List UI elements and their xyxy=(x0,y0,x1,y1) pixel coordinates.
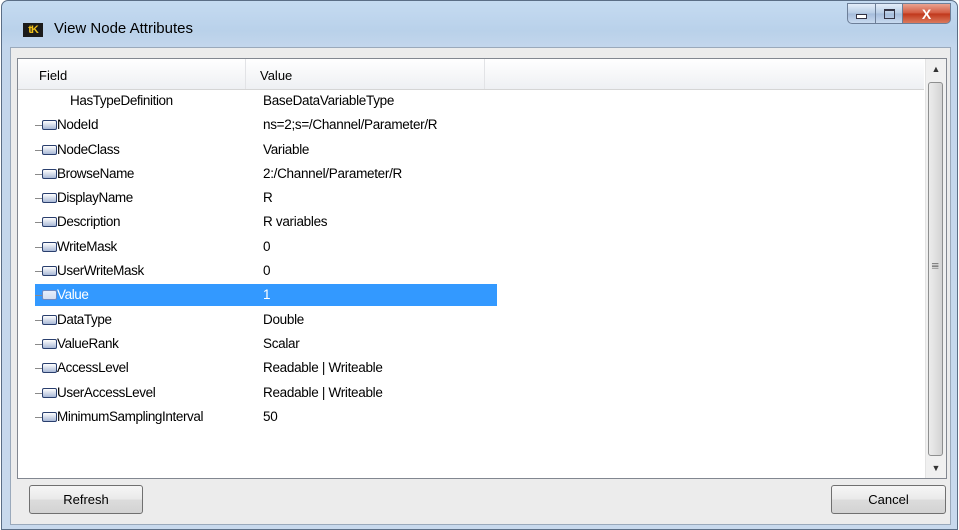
node-icon xyxy=(42,144,57,155)
field-value: R variables xyxy=(263,214,328,230)
column-header-field[interactable]: Field xyxy=(18,59,246,89)
caption-buttons: X xyxy=(847,3,951,27)
field-name: BrowseName xyxy=(57,165,135,181)
table-row[interactable]: DisplayName R xyxy=(18,187,924,211)
field-name: NodeId xyxy=(57,117,99,133)
list-header: Field Value xyxy=(18,59,924,90)
field-name: ValueRank xyxy=(57,335,119,351)
node-icon xyxy=(42,387,57,398)
scrollbar-thumb[interactable]: ═ ═ xyxy=(928,82,943,456)
field-name: Description xyxy=(57,214,121,230)
node-icon xyxy=(42,338,57,349)
node-icon xyxy=(42,266,57,277)
app-logo-icon: tK xyxy=(23,23,43,37)
table-row[interactable]: Description R variables xyxy=(18,211,924,235)
table-row[interactable]: Value 1 xyxy=(18,284,924,308)
field-value: 2:/Channel/Parameter/R xyxy=(263,165,402,181)
maximize-button[interactable] xyxy=(876,3,903,24)
field-value: Double xyxy=(263,311,304,327)
table-row[interactable]: WriteMask 0 xyxy=(18,236,924,260)
refresh-button[interactable]: Refresh xyxy=(29,485,143,514)
field-name: NodeClass xyxy=(57,141,120,157)
field-value: 0 xyxy=(263,263,271,279)
field-name: UserWriteMask xyxy=(57,263,144,279)
field-name: AccessLevel xyxy=(57,360,129,376)
field-value: 0 xyxy=(263,238,271,254)
column-header-value[interactable]: Value xyxy=(246,59,485,89)
node-icon xyxy=(42,193,57,204)
field-value: Readable | Writeable xyxy=(263,384,383,400)
scroll-down-icon[interactable]: ▼ xyxy=(926,458,946,478)
node-icon xyxy=(42,314,57,325)
field-value: ns=2;s=/Channel/Parameter/R xyxy=(263,117,438,133)
table-row[interactable]: MinimumSamplingInterval 50 xyxy=(18,406,924,430)
scroll-up-icon[interactable]: ▲ xyxy=(926,59,946,79)
field-value: BaseDataVariableType xyxy=(263,93,395,108)
table-row[interactable]: HasTypeDefinition BaseDataVariableType xyxy=(18,90,924,114)
node-icon xyxy=(42,120,57,131)
table-row[interactable]: BrowseName 2:/Channel/Parameter/R xyxy=(18,163,924,187)
field-name: WriteMask xyxy=(57,238,117,254)
field-name: Value xyxy=(57,287,89,303)
dialog-window: tK View Node Attributes X Field Value Ha… xyxy=(1,0,958,530)
minimize-button[interactable] xyxy=(847,3,876,24)
table-row[interactable]: ValueRank Scalar xyxy=(18,333,924,357)
table-row[interactable]: UserWriteMask 0 xyxy=(18,260,924,284)
close-icon: X xyxy=(921,5,932,22)
dialog-client-area: Field Value HasTypeDefinition BaseDataVar… xyxy=(10,47,951,525)
window-title: View Node Attributes xyxy=(54,20,193,37)
attributes-list[interactable]: Field Value HasTypeDefinition BaseDataVar… xyxy=(17,58,947,479)
field-name: HasTypeDefinition xyxy=(70,93,173,108)
field-value: R xyxy=(263,190,273,206)
list-rows: HasTypeDefinition BaseDataVariableType Nod… xyxy=(18,90,924,430)
table-row[interactable]: UserAccessLevel Readable | Writeable xyxy=(18,382,924,406)
maximize-icon xyxy=(883,8,895,19)
node-icon xyxy=(42,290,57,301)
node-icon xyxy=(42,217,57,228)
field-value: 50 xyxy=(263,408,278,424)
field-value: Variable xyxy=(263,141,310,157)
field-name: DataType xyxy=(57,311,112,327)
table-row[interactable]: AccessLevel Readable | Writeable xyxy=(18,357,924,381)
node-icon xyxy=(42,241,57,252)
field-name: MinimumSamplingInterval xyxy=(57,408,204,424)
field-name: UserAccessLevel xyxy=(57,384,156,400)
table-row[interactable]: NodeId ns=2;s=/Channel/Parameter/R xyxy=(18,114,924,138)
table-row[interactable]: DataType Double xyxy=(18,309,924,333)
node-icon xyxy=(42,411,57,422)
node-icon xyxy=(42,363,57,374)
field-value: Readable | Writeable xyxy=(263,360,383,376)
vertical-scrollbar[interactable]: ▲ ═ ═ ▼ xyxy=(925,59,946,478)
close-button[interactable]: X xyxy=(903,3,951,24)
field-value: 1 xyxy=(263,287,271,303)
field-value: Scalar xyxy=(263,335,300,351)
grip-icon: ═ ═ xyxy=(932,259,939,272)
table-row[interactable]: NodeClass Variable xyxy=(18,139,924,163)
cancel-button[interactable]: Cancel xyxy=(831,485,946,514)
minimize-icon xyxy=(856,14,867,19)
node-icon xyxy=(42,168,57,179)
title-bar[interactable]: tK View Node Attributes X xyxy=(2,1,957,47)
field-name: DisplayName xyxy=(57,190,133,206)
